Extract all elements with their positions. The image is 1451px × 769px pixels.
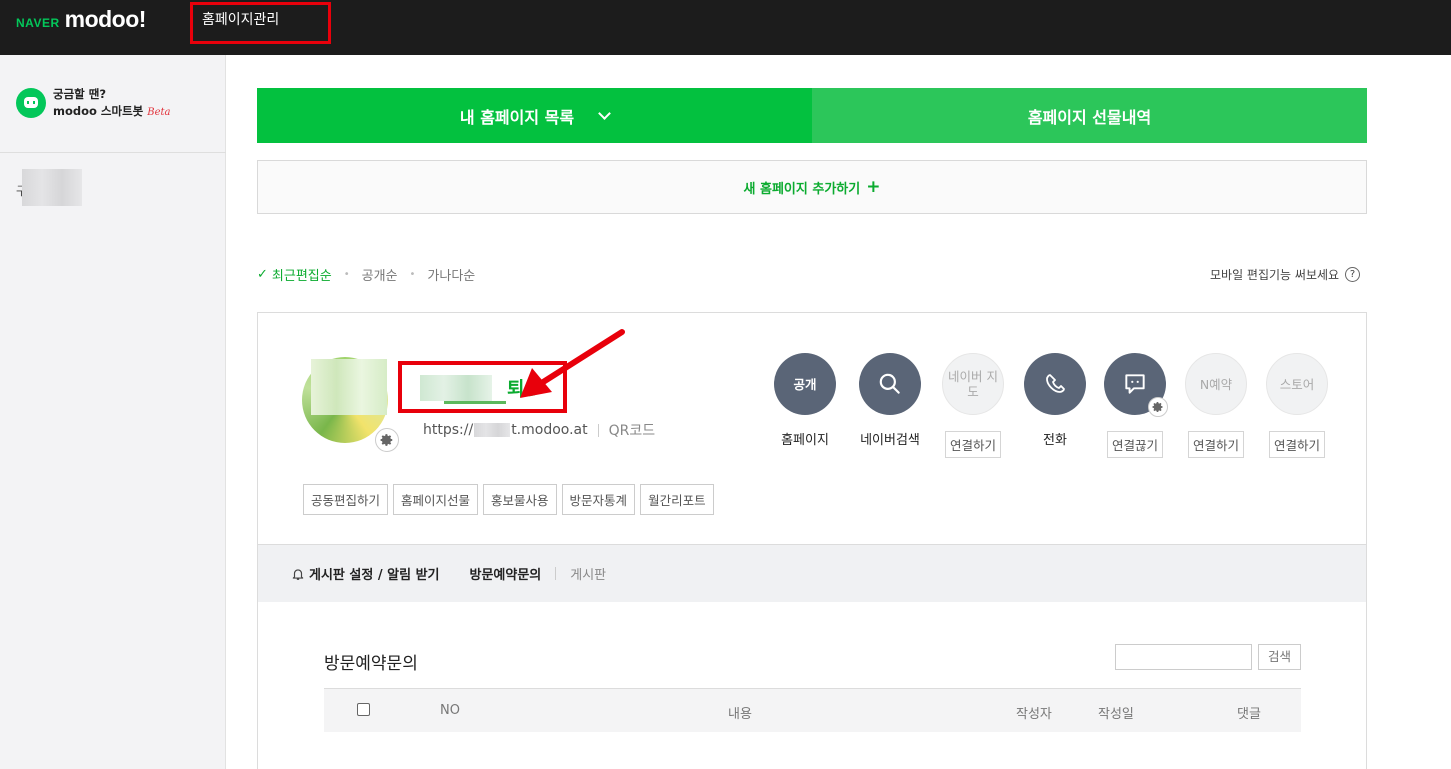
tab-my-homepage-list[interactable]: 내 홈페이지 목록 bbox=[257, 88, 812, 143]
separator-dot: • bbox=[409, 269, 416, 280]
divider bbox=[555, 567, 557, 580]
sidebar-item-blurred bbox=[22, 169, 82, 206]
mobile-edit-tip-label: 모바일 편집기능 써보세요 bbox=[1210, 268, 1340, 282]
board-nav: 게시판 설정 / 알림 받기 방문예약문의 게시판 bbox=[258, 544, 1366, 602]
homepage-url[interactable]: https:// t.modoo.at QR코드 bbox=[423, 420, 655, 440]
tab-my-homepage-list-label: 내 홈페이지 목록 bbox=[459, 107, 575, 127]
service-label: 전화 bbox=[1043, 433, 1067, 448]
qr-code-link[interactable]: QR코드 bbox=[609, 420, 656, 440]
mobile-edit-tip[interactable]: 모바일 편집기능 써보세요 ? bbox=[1210, 266, 1361, 283]
smartbot-icon[interactable] bbox=[16, 88, 46, 118]
chat-icon[interactable] bbox=[1104, 353, 1168, 417]
service-label: 홈페이지 bbox=[781, 433, 829, 448]
logo-modoo: modoo! bbox=[64, 6, 147, 32]
service-n-reservation[interactable]: N예약 연결하기 bbox=[1184, 353, 1248, 458]
connect-button[interactable]: 연결하기 bbox=[1268, 431, 1325, 458]
column-comments: 댓글 bbox=[1237, 707, 1261, 722]
add-new-homepage-label: 새 홈페이지 추가하기 bbox=[743, 181, 861, 197]
sort-alphabetical[interactable]: 가나다순 bbox=[427, 265, 475, 284]
service-talktalk[interactable]: 연결끊기 bbox=[1103, 353, 1168, 458]
plus-icon: + bbox=[866, 177, 881, 197]
board-search-input[interactable] bbox=[1115, 644, 1252, 670]
chip-visitor-stats[interactable]: 방문자통계 bbox=[561, 484, 636, 515]
service-naver-map[interactable]: 네이버 지도 연결하기 bbox=[941, 353, 1005, 458]
tab-visit-inquiry[interactable]: 방문예약문의 bbox=[470, 564, 542, 583]
nav-homepage-manage[interactable]: 홈페이지관리 bbox=[190, 2, 331, 44]
title-underline bbox=[444, 401, 506, 404]
service-connections: 공개 홈페이지 네이버검색 네이버 지도 연결하기 전화 연결끊기 N예약 연결… bbox=[773, 353, 1333, 463]
chevron-down-icon bbox=[598, 106, 611, 120]
sort-public[interactable]: 공개순 bbox=[362, 265, 398, 284]
naver-modoo-logo[interactable]: NAVER modoo! bbox=[16, 6, 146, 32]
board-title: 방문예약문의 bbox=[324, 654, 418, 674]
divider bbox=[597, 423, 599, 437]
top-bar: NAVER modoo! 홈페이지관리 bbox=[0, 0, 1451, 55]
chip-monthly-report[interactable]: 월간리포트 bbox=[640, 484, 714, 515]
smartbot-line2: modoo 스마트봇 bbox=[53, 104, 144, 118]
gear-icon[interactable] bbox=[375, 428, 399, 452]
pencil-icon[interactable] bbox=[526, 377, 548, 399]
tab-gift-history[interactable]: 홈페이지 선물내역 bbox=[812, 88, 1367, 143]
smartbot-line1: 궁금할 땐? bbox=[53, 87, 106, 101]
phone-icon[interactable] bbox=[1024, 353, 1086, 415]
service-label: 네이버검색 bbox=[860, 433, 920, 448]
sort-options: ✓ 최근편집순 • 공개순 • 가나다순 bbox=[257, 265, 475, 284]
board-search-button[interactable]: 검색 bbox=[1258, 644, 1301, 670]
beta-badge: Beta bbox=[147, 107, 171, 118]
service-naver-search[interactable]: 네이버검색 bbox=[858, 353, 922, 448]
homepage-card: 퇴 https:// t.modoo.at QR코드 공개 홈페이지 네이버검색… bbox=[257, 312, 1367, 769]
disconnect-button[interactable]: 연결끊기 bbox=[1106, 431, 1163, 458]
url-blurred bbox=[474, 423, 511, 437]
homepage-action-chips: 공동편집하기 홈페이지선물 홍보물사용 방문자통계 월간리포트 bbox=[303, 484, 714, 515]
add-new-homepage-button[interactable]: 새 홈페이지 추가하기 + bbox=[257, 160, 1367, 214]
url-prefix: https:// bbox=[423, 422, 474, 438]
public-toggle[interactable]: 공개 bbox=[774, 353, 836, 415]
nav-homepage-manage-label: 홈페이지관리 bbox=[202, 12, 280, 28]
separator-dot: • bbox=[343, 269, 350, 280]
service-homepage[interactable]: 공개 홈페이지 bbox=[773, 353, 837, 448]
homepage-title-blurred bbox=[420, 375, 492, 401]
smartbot-link[interactable]: 궁금할 땐? modoo 스마트봇 Beta bbox=[53, 86, 171, 121]
board-table-header: NO 내용 작성자 작성일 댓글 bbox=[324, 688, 1301, 732]
bell-icon bbox=[292, 568, 304, 580]
logo-naver: NAVER bbox=[16, 16, 60, 30]
search-icon[interactable] bbox=[859, 353, 921, 415]
sidebar-divider bbox=[0, 152, 226, 153]
naver-map-circle[interactable]: 네이버 지도 bbox=[942, 353, 1004, 415]
service-store[interactable]: 스토어 연결하기 bbox=[1265, 353, 1329, 458]
column-date: 작성일 bbox=[1098, 707, 1134, 722]
connect-button[interactable]: 연결하기 bbox=[1187, 431, 1244, 458]
board-settings-link[interactable]: 게시판 설정 / 알림 받기 bbox=[309, 564, 440, 583]
tab-board[interactable]: 게시판 bbox=[570, 564, 606, 583]
column-author: 작성자 bbox=[1016, 707, 1052, 722]
homepage-title[interactable]: 퇴 bbox=[507, 374, 524, 401]
help-icon[interactable]: ? bbox=[1345, 267, 1361, 282]
sort-recent-edit[interactable]: 최근편집순 bbox=[272, 265, 332, 284]
check-icon: ✓ bbox=[257, 267, 268, 282]
service-phone[interactable]: 전화 bbox=[1023, 353, 1087, 448]
chip-co-edit[interactable]: 공동편집하기 bbox=[303, 484, 389, 515]
n-reservation-circle[interactable]: N예약 bbox=[1185, 353, 1247, 415]
url-suffix: t.modoo.at bbox=[511, 422, 588, 438]
thumbnail-blurred-area bbox=[311, 359, 387, 415]
tab-gift-history-label: 홈페이지 선물내역 bbox=[1027, 107, 1152, 127]
column-content: 내용 bbox=[728, 707, 752, 722]
store-circle[interactable]: 스토어 bbox=[1266, 353, 1328, 415]
chip-promo-material[interactable]: 홍보물사용 bbox=[483, 484, 557, 515]
gear-icon[interactable] bbox=[1148, 397, 1168, 417]
column-no: NO bbox=[440, 703, 460, 718]
chip-gift-homepage[interactable]: 홈페이지선물 bbox=[393, 484, 479, 515]
connect-button[interactable]: 연결하기 bbox=[944, 431, 1001, 458]
homepage-title-highlight: 퇴 bbox=[398, 361, 567, 413]
select-all-checkbox[interactable] bbox=[357, 703, 370, 716]
sidebar: 궁금할 땐? modoo 스마트봇 Beta 구 bbox=[0, 55, 226, 769]
